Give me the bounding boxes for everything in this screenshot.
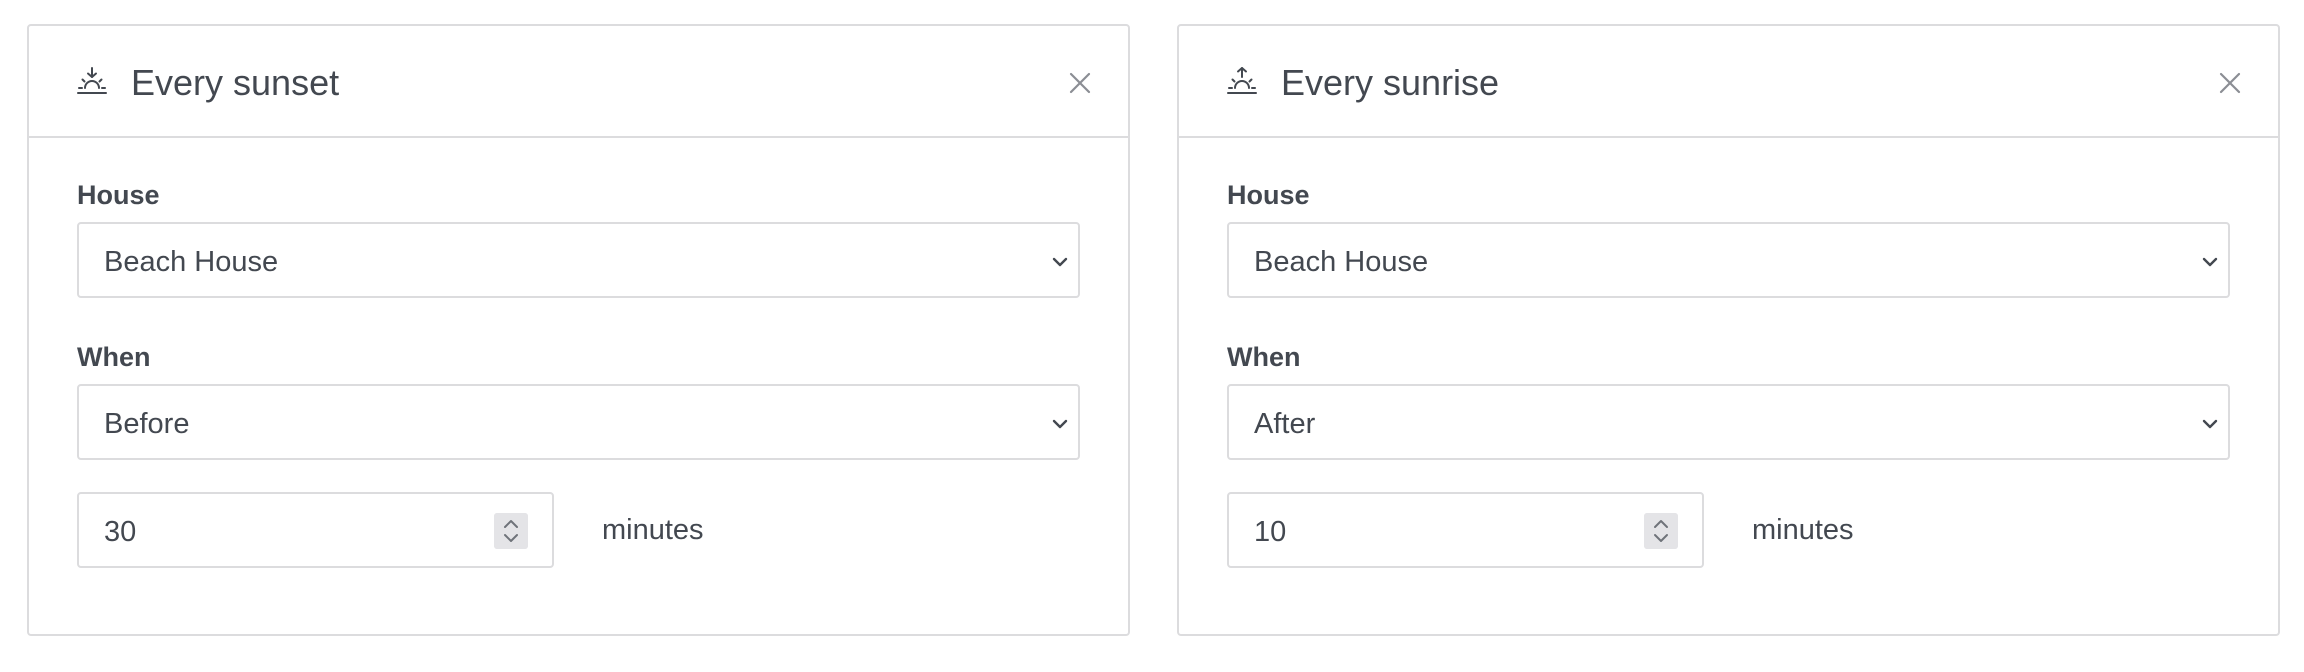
- when-select[interactable]: After: [1227, 384, 2230, 460]
- spinner-icon[interactable]: [1644, 513, 1678, 549]
- close-icon[interactable]: [1068, 71, 1092, 95]
- offset-minutes-input[interactable]: 30: [77, 492, 554, 568]
- offset-minutes-input[interactable]: 10: [1227, 492, 1704, 568]
- house-select[interactable]: Beach House: [1227, 222, 2230, 298]
- close-icon[interactable]: [2218, 71, 2242, 95]
- when-select-value: Before: [104, 408, 190, 440]
- minutes-label: minutes: [1752, 514, 1854, 546]
- card-header: Every sunrise: [1179, 26, 2278, 138]
- offset-minutes-value: 10: [1254, 516, 1287, 548]
- chevron-down-icon: [2202, 419, 2218, 429]
- sunset-icon: [77, 67, 107, 94]
- sunrise-icon: [1227, 67, 1257, 94]
- card-header: Every sunset: [29, 26, 1128, 138]
- offset-minutes-value: 30: [104, 516, 137, 548]
- house-label: House: [1227, 180, 1310, 210]
- minutes-label: minutes: [602, 514, 704, 546]
- house-label: House: [77, 180, 160, 210]
- when-label: When: [1227, 342, 1301, 372]
- card-title: Every sunset: [131, 62, 340, 103]
- house-select-value: Beach House: [104, 246, 279, 278]
- spinner-icon[interactable]: [494, 513, 528, 549]
- chevron-down-icon: [1052, 419, 1068, 429]
- when-label: When: [77, 342, 151, 372]
- card-title: Every sunrise: [1281, 62, 1500, 103]
- chevron-down-icon: [1052, 257, 1068, 267]
- house-select-value: Beach House: [1254, 246, 1429, 278]
- when-select[interactable]: Before: [77, 384, 1080, 460]
- chevron-down-icon: [2202, 257, 2218, 267]
- when-select-value: After: [1254, 408, 1316, 440]
- sunset-trigger-card: Every sunset House Beach House When Befo…: [27, 24, 1130, 636]
- sunrise-trigger-card: Every sunrise House Beach House When Aft…: [1177, 24, 2280, 636]
- house-select[interactable]: Beach House: [77, 222, 1080, 298]
